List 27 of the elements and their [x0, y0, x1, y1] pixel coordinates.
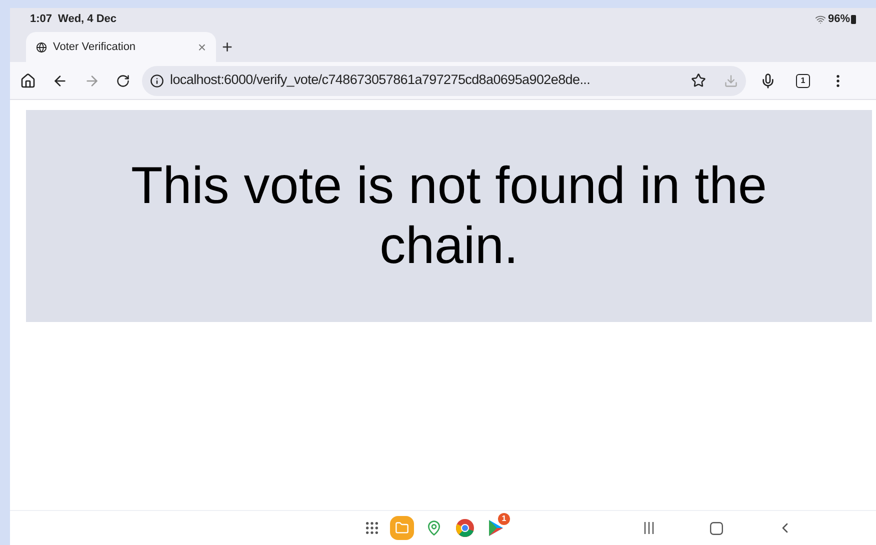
back-icon[interactable]: [52, 72, 68, 88]
url-text: localhost:6000/verify_vote/c748673057861a797275cd8a0695a902e8de...: [170, 71, 590, 90]
message-text: This vote is not found in the chain.: [130, 156, 768, 276]
reload-icon[interactable]: [116, 74, 130, 88]
status-date: Wed, 4 Dec: [58, 12, 117, 27]
home-icon[interactable]: [20, 72, 36, 88]
battery-level: 96%: [828, 12, 850, 27]
tab-title: Voter Verification: [53, 40, 137, 55]
browser-tab[interactable]: Voter Verification ×: [26, 32, 216, 62]
forward-icon[interactable]: [84, 72, 100, 88]
new-tab-button[interactable]: +: [222, 32, 233, 62]
clock-time: 1:07: [30, 12, 52, 27]
star-icon[interactable]: [691, 73, 706, 88]
address-bar[interactable]: localhost:6000/verify_vote/c748673057861a797275cd8a0695a902e8de...: [142, 66, 746, 96]
home-nav-icon[interactable]: [710, 522, 723, 534]
app-grid-icon[interactable]: [364, 520, 380, 536]
battery-icon: [851, 14, 856, 24]
microphone-icon[interactable]: [760, 72, 776, 88]
notification-badge: 1: [498, 513, 510, 525]
close-tab-button[interactable]: ×: [198, 36, 206, 58]
wifi-icon: [814, 14, 826, 24]
recent-apps-icon[interactable]: [644, 522, 654, 534]
globe-icon: [36, 42, 47, 52]
map-pin-icon[interactable]: [426, 520, 442, 536]
info-icon[interactable]: [150, 74, 164, 88]
tab-switcher-button[interactable]: 1: [796, 74, 810, 88]
browser-app-icon[interactable]: [456, 519, 474, 537]
